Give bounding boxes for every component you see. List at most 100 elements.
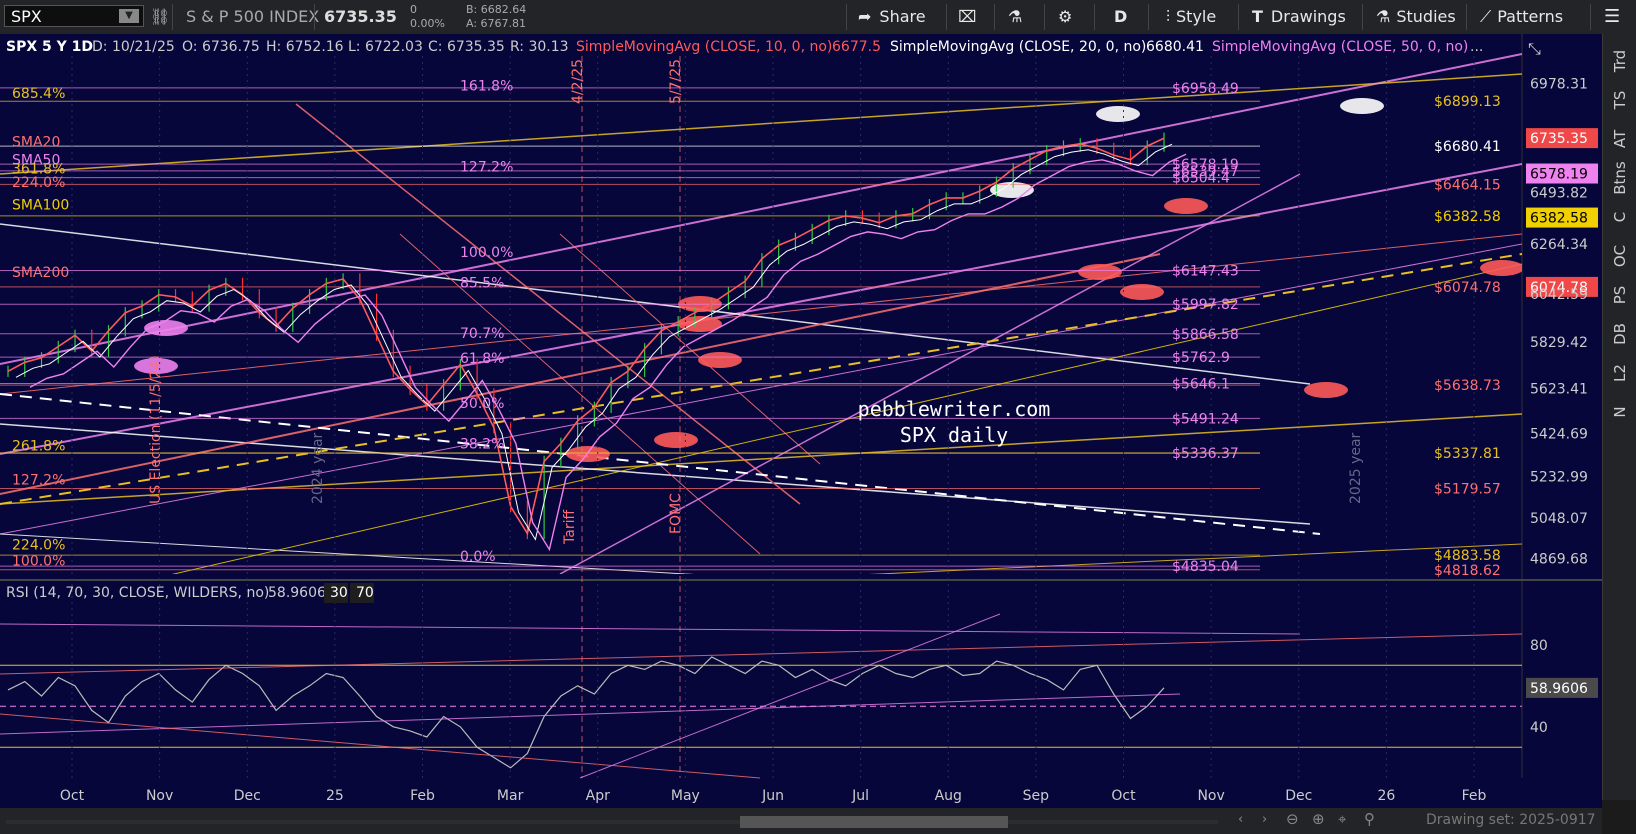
y-tick-label: 5048.07: [1530, 511, 1588, 527]
fib-label: 85.5%: [460, 275, 504, 291]
x-tick-label: Jul: [851, 788, 869, 804]
studies-button[interactable]: ⚗ Studies: [1376, 0, 1456, 34]
style-button[interactable]: ⫶ Style: [1166, 0, 1216, 34]
level-label: $6382.58: [1434, 209, 1501, 225]
x-tick-label: Dec: [1285, 788, 1312, 804]
fib-label: 161.8%: [460, 78, 513, 94]
left-level-label: 224.0%: [12, 538, 65, 554]
scroll-track[interactable]: [6, 820, 1218, 824]
scrollbar-thumb[interactable]: [740, 816, 1008, 828]
link-icon[interactable]: ⛓: [150, 7, 170, 26]
x-tick-label: Jun: [761, 788, 784, 804]
level-label: $5638.73: [1434, 378, 1501, 394]
side-tab-oc[interactable]: OC: [1611, 239, 1629, 273]
flask-icon: ⚗: [1376, 7, 1391, 26]
y-tick-label: 5424.69: [1530, 426, 1588, 442]
crosshair-icon[interactable]: ⌖: [1338, 810, 1346, 828]
chart-title: SPX 5 Y 1D: [6, 39, 93, 55]
price-badge-label: 6382.58: [1530, 211, 1588, 227]
side-tab-ts[interactable]: TS: [1611, 83, 1629, 117]
x-tick-label: Aug: [935, 788, 962, 804]
patterns-button[interactable]: ⟋ Patterns: [1480, 0, 1563, 34]
rsi-label: RSI (14, 70, 30, CLOSE, WILDERS, no): [6, 585, 269, 601]
scroll-right-icon[interactable]: ›: [1262, 812, 1267, 827]
target-marker: [1078, 264, 1122, 280]
level-label: $6504.4: [1172, 171, 1230, 187]
vertical-marker-label: 4/2/25: [570, 59, 586, 104]
studies-label: Studies: [1396, 7, 1456, 26]
target-marker: [1340, 98, 1384, 114]
side-tab-l2[interactable]: L2: [1611, 356, 1629, 390]
left-level-label: 127.2%: [12, 472, 65, 488]
left-level-label: SMA20: [12, 135, 60, 151]
vertical-marker-label: US Election (11/5/24): [148, 355, 164, 504]
rsi-overbought: 70: [356, 585, 374, 601]
x-tick-label: Mar: [497, 788, 524, 804]
net-change: 0: [410, 3, 417, 16]
gear-icon[interactable]: ⚙: [1058, 0, 1072, 34]
side-tab-n[interactable]: N: [1611, 395, 1629, 429]
chart-svg[interactable]: 4/2/25 5/7/25 US Election (11/5/24) 2024 ye…: [0, 34, 1602, 808]
vertical-marker-label: 5/7/25: [668, 59, 684, 104]
price-badge-label: 6735.35: [1530, 131, 1588, 147]
patterns-icon: ⟋: [1480, 7, 1492, 26]
percent-change: 0.00%: [410, 17, 445, 30]
sma10-value: 6677.5: [832, 39, 881, 55]
x-tick-label: 26: [1377, 788, 1395, 804]
pin-icon[interactable]: ⚲: [1364, 810, 1375, 828]
drawings-button[interactable]: T Drawings: [1252, 0, 1346, 34]
x-tick-label: Feb: [410, 788, 435, 804]
side-tab-btns[interactable]: Btns: [1611, 161, 1629, 195]
level-label: $6147.43: [1172, 264, 1239, 280]
side-tab-c[interactable]: C: [1611, 200, 1629, 234]
collapse-icon[interactable]: ⤡: [1528, 39, 1541, 58]
sma50-label: SimpleMovingAvg (CLOSE, 50, 0, no): [1212, 39, 1468, 55]
divider: [1590, 4, 1591, 30]
last-price: 6735.35: [324, 7, 397, 26]
target-marker: [1164, 198, 1208, 214]
style-label: Style: [1176, 7, 1217, 26]
vertical-marker-label: 2024 year: [310, 432, 326, 504]
fib-label: 50.0%: [460, 396, 504, 412]
side-tab-db[interactable]: DB: [1611, 317, 1629, 351]
y-tick-label: 6264.34: [1530, 237, 1588, 253]
fib-label: 61.8%: [460, 351, 504, 367]
symbol-selector[interactable]: SPX ▼: [4, 5, 144, 27]
level-label: $6958.49: [1172, 81, 1239, 97]
fib-label: 100.0%: [460, 245, 513, 261]
rsi-oversold: 30: [330, 585, 348, 601]
ask-price: A: 6767.81: [466, 17, 527, 30]
sma20-value: 6680.41: [1146, 39, 1204, 55]
bar-close: C: 6735.35: [428, 39, 505, 55]
zoom-in-icon[interactable]: ⊕: [1312, 810, 1325, 828]
bottom-bar: ‹ › ⊖ ⊕ ⌖ ⚲ Drawing set: 2025-0917: [0, 808, 1602, 834]
vertical-marker-label: Tariff: [562, 510, 578, 545]
divider: [846, 4, 847, 30]
side-tab-at[interactable]: AT: [1611, 122, 1629, 156]
chevron-down-icon[interactable]: ▼: [119, 9, 139, 23]
divider: [1148, 4, 1149, 30]
y-tick-label: 5829.42: [1530, 335, 1588, 351]
level-label: $6464.15: [1434, 177, 1501, 193]
period-button[interactable]: D: [1114, 0, 1127, 34]
y-tick-label: 6978.31: [1530, 76, 1588, 92]
share-icon: ➦: [858, 7, 872, 26]
chart-area[interactable]: 4/2/25 5/7/25 US Election (11/5/24) 2024 ye…: [0, 34, 1636, 834]
scroll-left-icon[interactable]: ‹: [1238, 812, 1243, 827]
watermark-site: pebblewriter.com: [858, 397, 1051, 421]
patterns-label: Patterns: [1497, 7, 1564, 26]
side-tab-trd[interactable]: Trd: [1611, 44, 1629, 78]
bar-open: O: 6736.75: [182, 39, 260, 55]
zoom-out-icon[interactable]: ⊖: [1286, 810, 1299, 828]
legend-more[interactable]: ...: [1470, 39, 1483, 55]
flask-icon[interactable]: ⚗: [1008, 0, 1022, 34]
bar-range: R: 30.13: [510, 39, 569, 55]
divider: [946, 4, 947, 30]
menu-icon[interactable]: ☰: [1604, 0, 1620, 34]
fib-label: 70.7%: [460, 326, 504, 342]
share-button[interactable]: ➦ Share: [858, 0, 926, 34]
bid-price: B: 6682.64: [466, 3, 527, 16]
camera-icon[interactable]: ⌧: [958, 0, 976, 34]
left-level-label: SMA100: [12, 198, 69, 214]
side-tab-ps[interactable]: PS: [1611, 278, 1629, 312]
